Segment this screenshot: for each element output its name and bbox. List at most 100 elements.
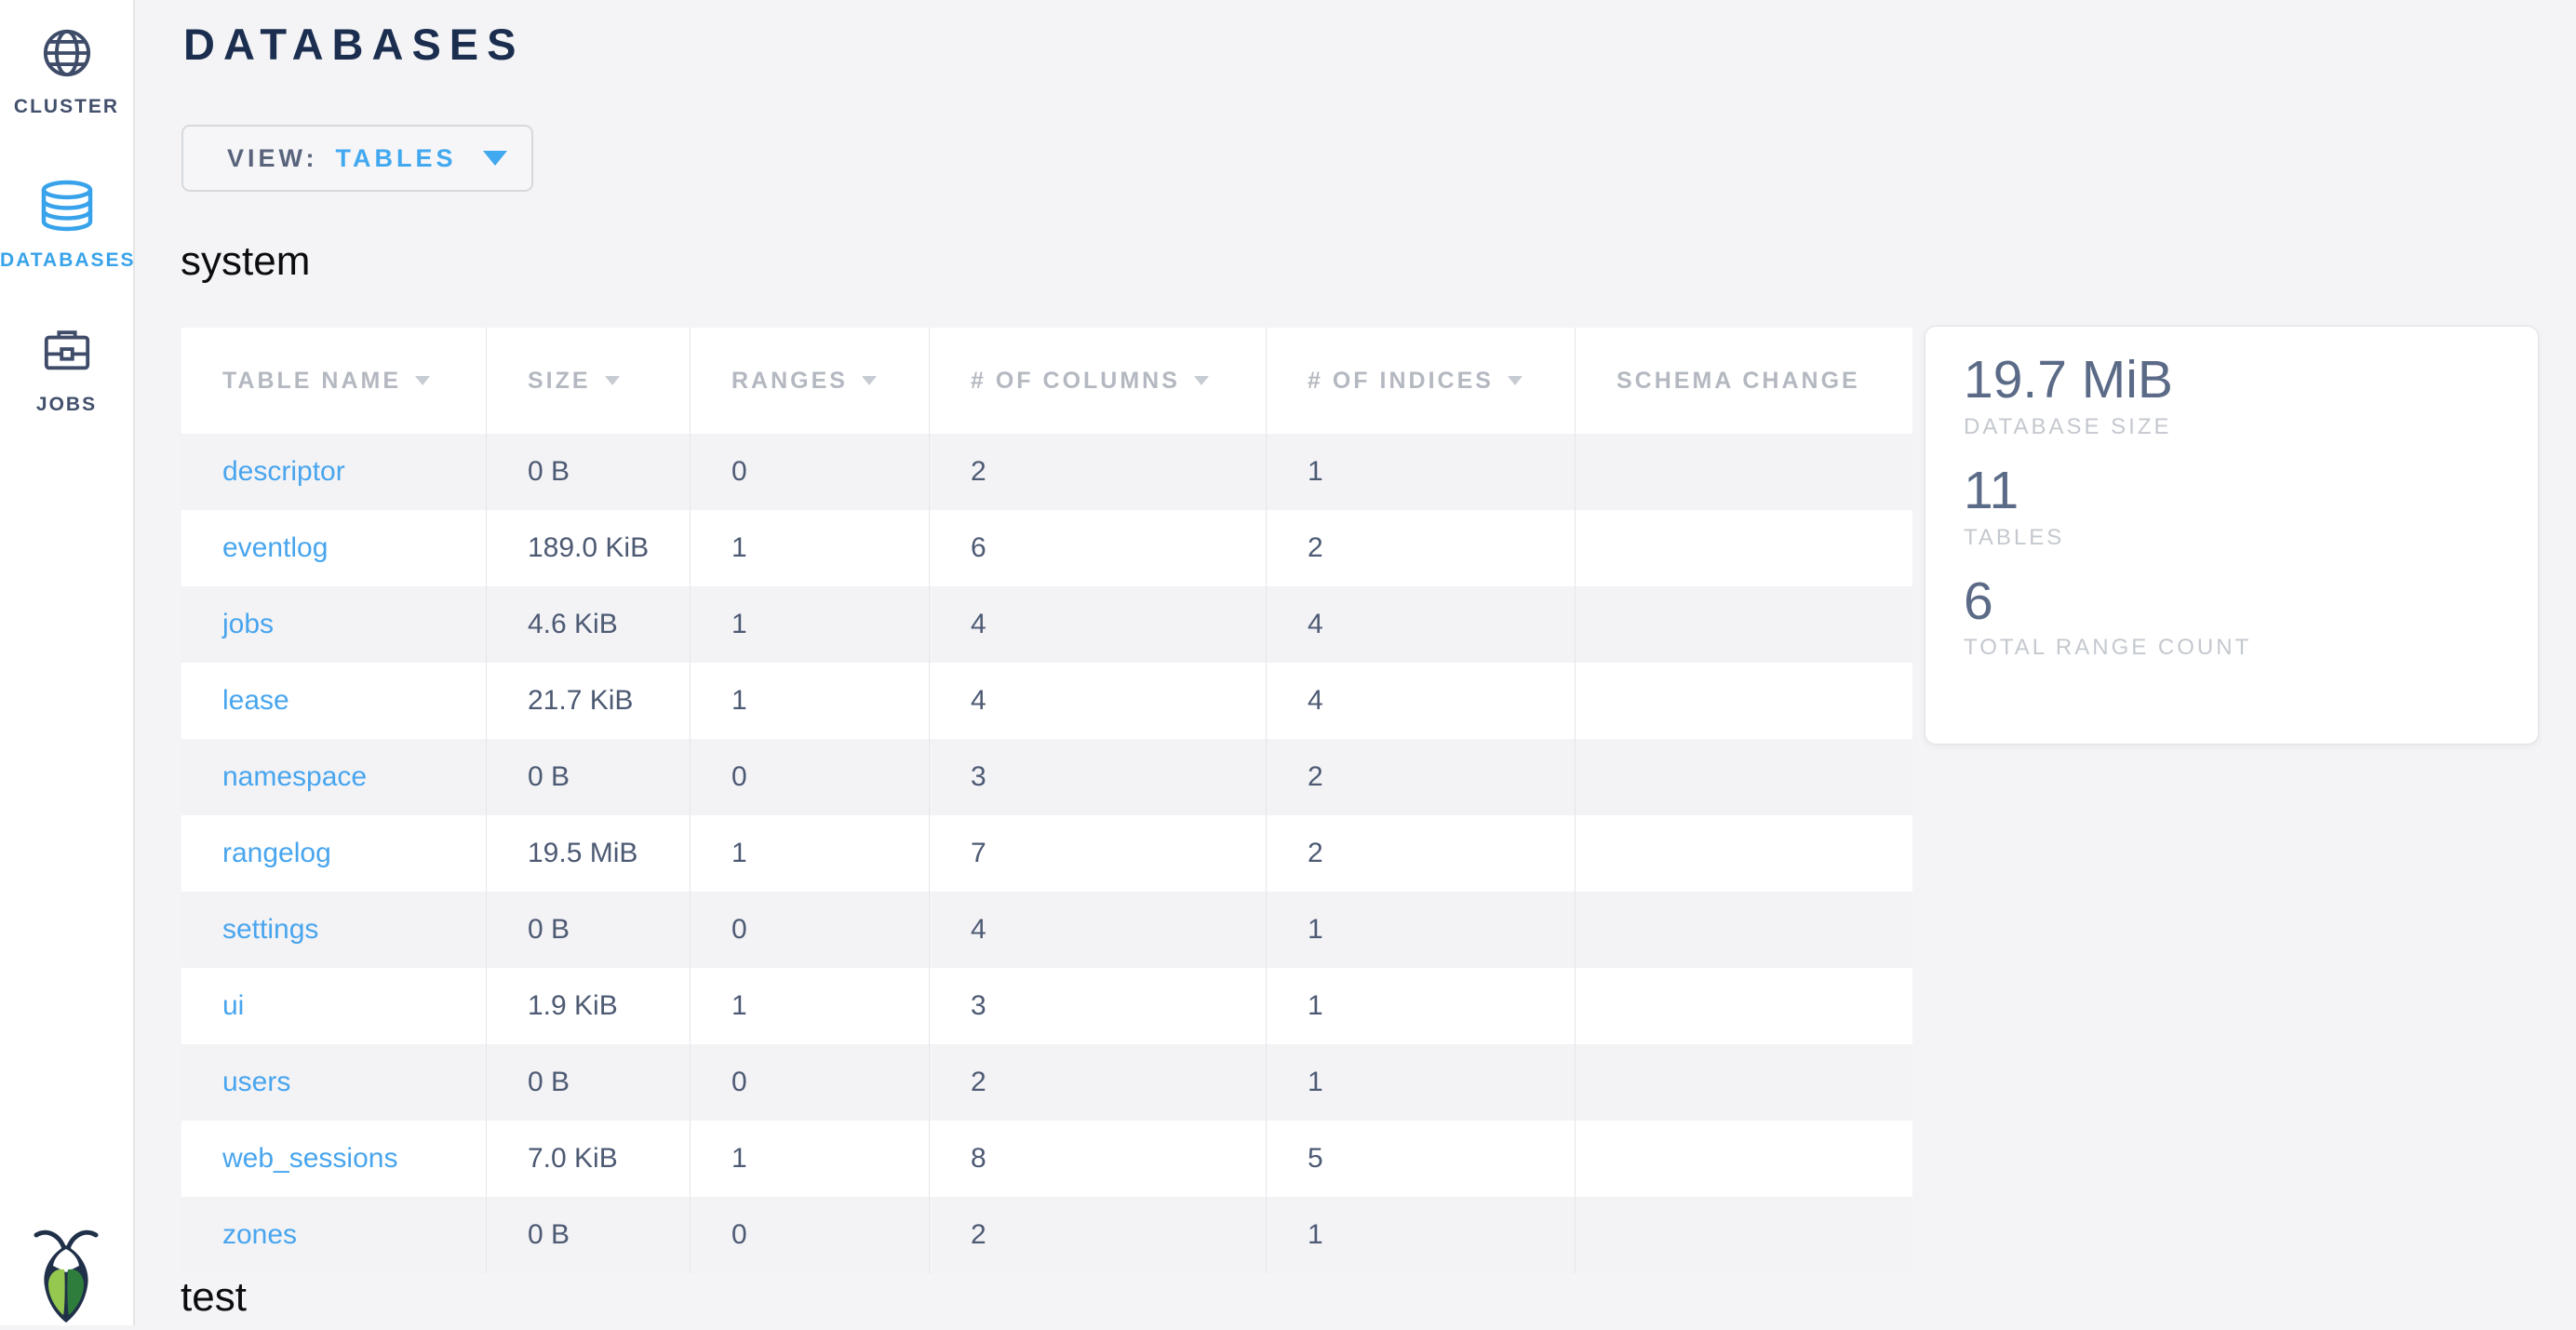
- stat-total-range-count: 6 TOTAL RANGE COUNT: [1964, 572, 2538, 662]
- cell-indices: 1: [1267, 968, 1576, 1044]
- sort-caret-icon: [415, 376, 430, 385]
- sidebar: CLUSTER DATABASES JOBS: [0, 0, 135, 1325]
- database-summary-card: 19.7 MiB DATABASE SIZE 11 TABLES 6 TOTAL…: [1925, 326, 2539, 745]
- table-name-link[interactable]: namespace: [181, 739, 487, 815]
- cell-size: 0 B: [487, 892, 691, 968]
- cell-schema_change: [1576, 892, 1912, 968]
- table-name-link[interactable]: zones: [181, 1197, 487, 1273]
- cell-size: 189.0 KiB: [487, 510, 691, 586]
- stat-value: 11: [1964, 462, 2538, 521]
- table-row: namespace0 B032: [181, 739, 1912, 815]
- column-header-label: SIZE: [528, 368, 591, 395]
- stat-database-size: 19.7 MiB DATABASE SIZE: [1964, 351, 2538, 440]
- cell-size: 4.6 KiB: [487, 586, 691, 663]
- table-name-link[interactable]: jobs: [181, 586, 487, 663]
- table-name-link[interactable]: lease: [181, 663, 487, 739]
- caret-down-icon: [483, 151, 507, 166]
- sidebar-item-cluster[interactable]: CLUSTER: [0, 28, 133, 118]
- column-header-schema-change: SCHEMA CHANGE: [1576, 328, 1912, 434]
- cell-size: 0 B: [487, 1044, 691, 1121]
- cell-indices: 1: [1267, 1044, 1576, 1121]
- cell-ranges: 0: [691, 1197, 930, 1273]
- table-name-link[interactable]: rangelog: [181, 815, 487, 892]
- cell-columns: 2: [930, 434, 1267, 510]
- stat-tables: 11 TABLES: [1964, 462, 2538, 551]
- cell-schema_change: [1576, 968, 1912, 1044]
- sidebar-item-label: CLUSTER: [0, 96, 133, 118]
- table-row: users0 B021: [181, 1044, 1912, 1121]
- view-prefix-label: VIEW:: [227, 144, 318, 173]
- sort-caret-icon: [1508, 376, 1523, 385]
- table-header-row: TABLE NAME SIZE RANGES # OF COLUMNS# OF IND…: [181, 328, 1912, 434]
- cell-columns: 3: [930, 968, 1267, 1044]
- table-row: jobs4.6 KiB144: [181, 586, 1912, 663]
- cell-schema_change: [1576, 586, 1912, 663]
- table-row: lease21.7 KiB144: [181, 663, 1912, 739]
- cell-indices: 2: [1267, 815, 1576, 892]
- cell-indices: 4: [1267, 663, 1576, 739]
- table-row: descriptor0 B021: [181, 434, 1912, 510]
- cell-ranges: 1: [691, 510, 930, 586]
- cell-indices: 2: [1267, 739, 1576, 815]
- column-header-ranges[interactable]: RANGES: [691, 328, 930, 434]
- cell-columns: 2: [930, 1044, 1267, 1121]
- table-name-link[interactable]: ui: [181, 968, 487, 1044]
- cell-schema_change: [1576, 1197, 1912, 1273]
- system-tables-table: TABLE NAME SIZE RANGES # OF COLUMNS# OF IND…: [181, 328, 1912, 1273]
- column-header--of-indices[interactable]: # OF INDICES: [1267, 328, 1576, 434]
- table-row: rangelog19.5 MiB172: [181, 815, 1912, 892]
- cell-size: 1.9 KiB: [487, 968, 691, 1044]
- table-name-link[interactable]: settings: [181, 892, 487, 968]
- cell-ranges: 0: [691, 892, 930, 968]
- sidebar-item-jobs[interactable]: JOBS: [0, 326, 133, 416]
- cell-size: 21.7 KiB: [487, 663, 691, 739]
- cell-columns: 6: [930, 510, 1267, 586]
- stat-value: 6: [1964, 572, 2538, 632]
- cell-columns: 2: [930, 1197, 1267, 1273]
- cell-columns: 7: [930, 815, 1267, 892]
- column-header-label: RANGES: [731, 368, 848, 395]
- cell-size: 7.0 KiB: [487, 1121, 691, 1197]
- table-name-link[interactable]: descriptor: [181, 434, 487, 510]
- column-header-table-name[interactable]: TABLE NAME: [181, 328, 487, 434]
- cell-ranges: 0: [691, 739, 930, 815]
- cell-indices: 1: [1267, 1197, 1576, 1273]
- cell-schema_change: [1576, 1044, 1912, 1121]
- globe-icon: [0, 28, 133, 83]
- section-title-system: system: [181, 238, 310, 285]
- cell-columns: 4: [930, 663, 1267, 739]
- stat-label: TOTAL RANGE COUNT: [1964, 635, 2538, 661]
- table-row: ui1.9 KiB131: [181, 968, 1912, 1044]
- cell-ranges: 0: [691, 434, 930, 510]
- sidebar-item-label: JOBS: [0, 394, 133, 416]
- table-name-link[interactable]: users: [181, 1044, 487, 1121]
- cell-indices: 1: [1267, 434, 1576, 510]
- stat-value: 19.7 MiB: [1964, 351, 2538, 410]
- cell-indices: 5: [1267, 1121, 1576, 1197]
- cell-size: 0 B: [487, 739, 691, 815]
- sort-caret-icon: [605, 376, 620, 385]
- cell-size: 19.5 MiB: [487, 815, 691, 892]
- cockroachdb-logo[interactable]: [31, 1225, 101, 1325]
- column-header-size[interactable]: SIZE: [487, 328, 691, 434]
- cell-size: 0 B: [487, 434, 691, 510]
- database-icon: [0, 180, 133, 236]
- table-name-link[interactable]: eventlog: [181, 510, 487, 586]
- table-row: web_sessions7.0 KiB185: [181, 1121, 1912, 1197]
- cell-schema_change: [1576, 510, 1912, 586]
- sidebar-item-databases[interactable]: DATABASES: [0, 180, 133, 272]
- cell-columns: 4: [930, 892, 1267, 968]
- view-selector-dropdown[interactable]: VIEW: TABLES: [181, 125, 533, 192]
- cell-ranges: 0: [691, 1044, 930, 1121]
- cell-schema_change: [1576, 434, 1912, 510]
- column-header--of-columns[interactable]: # OF COLUMNS: [930, 328, 1267, 434]
- cell-columns: 8: [930, 1121, 1267, 1197]
- stat-label: DATABASE SIZE: [1964, 414, 2538, 440]
- cell-ranges: 1: [691, 815, 930, 892]
- cell-indices: 4: [1267, 586, 1576, 663]
- view-selected-value: TABLES: [336, 144, 457, 173]
- column-header-label: SCHEMA CHANGE: [1617, 368, 1860, 395]
- sidebar-item-label: DATABASES: [0, 249, 133, 272]
- cell-ranges: 1: [691, 1121, 930, 1197]
- table-name-link[interactable]: web_sessions: [181, 1121, 487, 1197]
